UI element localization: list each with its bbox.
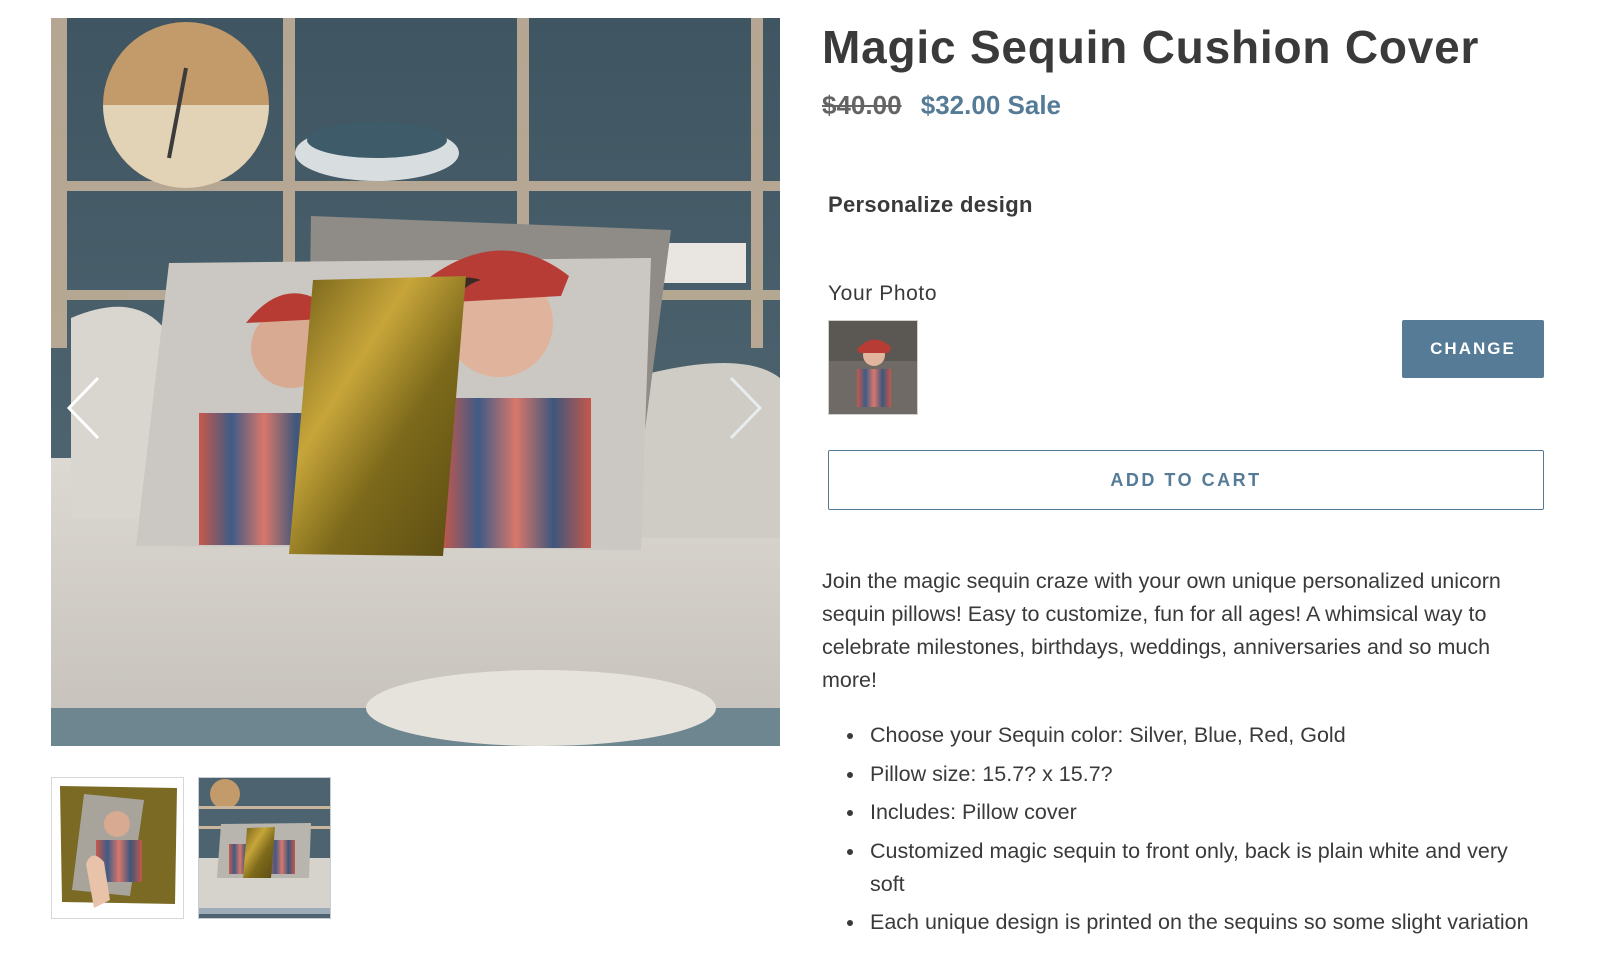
product-title: Magic Sequin Cushion Cover — [822, 21, 1480, 73]
thumbnail-list — [51, 777, 331, 919]
add-to-cart-button[interactable]: ADD TO CART — [828, 450, 1544, 510]
carousel-prev-button[interactable] — [57, 373, 111, 443]
product-description: Join the magic sequin craze with your ow… — [822, 569, 1501, 692]
product-main-image — [51, 18, 780, 746]
change-photo-button[interactable]: CHANGE — [1402, 320, 1544, 378]
chevron-left-icon — [66, 376, 102, 440]
chevron-right-icon — [727, 376, 763, 440]
thumbnail-sequin-pillow[interactable] — [51, 777, 184, 919]
list-item: Each unique design is printed on the seq… — [847, 906, 1544, 939]
thumbnail-sofa-scene[interactable] — [198, 777, 331, 919]
list-item: Customized magic sequin to front only, b… — [847, 835, 1544, 901]
personalize-heading: Personalize design — [828, 192, 1033, 217]
feature-list: Choose your Sequin color: Silver, Blue, … — [822, 719, 1544, 945]
original-price: $40.00 — [822, 90, 902, 120]
carousel-next-button[interactable] — [718, 373, 772, 443]
uploaded-photo-thumbnail — [828, 320, 918, 415]
sale-price: $32.00 Sale — [920, 90, 1061, 120]
list-item: Pillow size: 15.7? x 15.7? — [847, 758, 1544, 791]
your-photo-label: Your Photo — [828, 282, 938, 305]
list-item: Choose your Sequin color: Silver, Blue, … — [847, 719, 1544, 752]
list-item: Includes: Pillow cover — [847, 796, 1544, 829]
price-row: $40.00 $32.00 Sale — [822, 90, 1061, 121]
